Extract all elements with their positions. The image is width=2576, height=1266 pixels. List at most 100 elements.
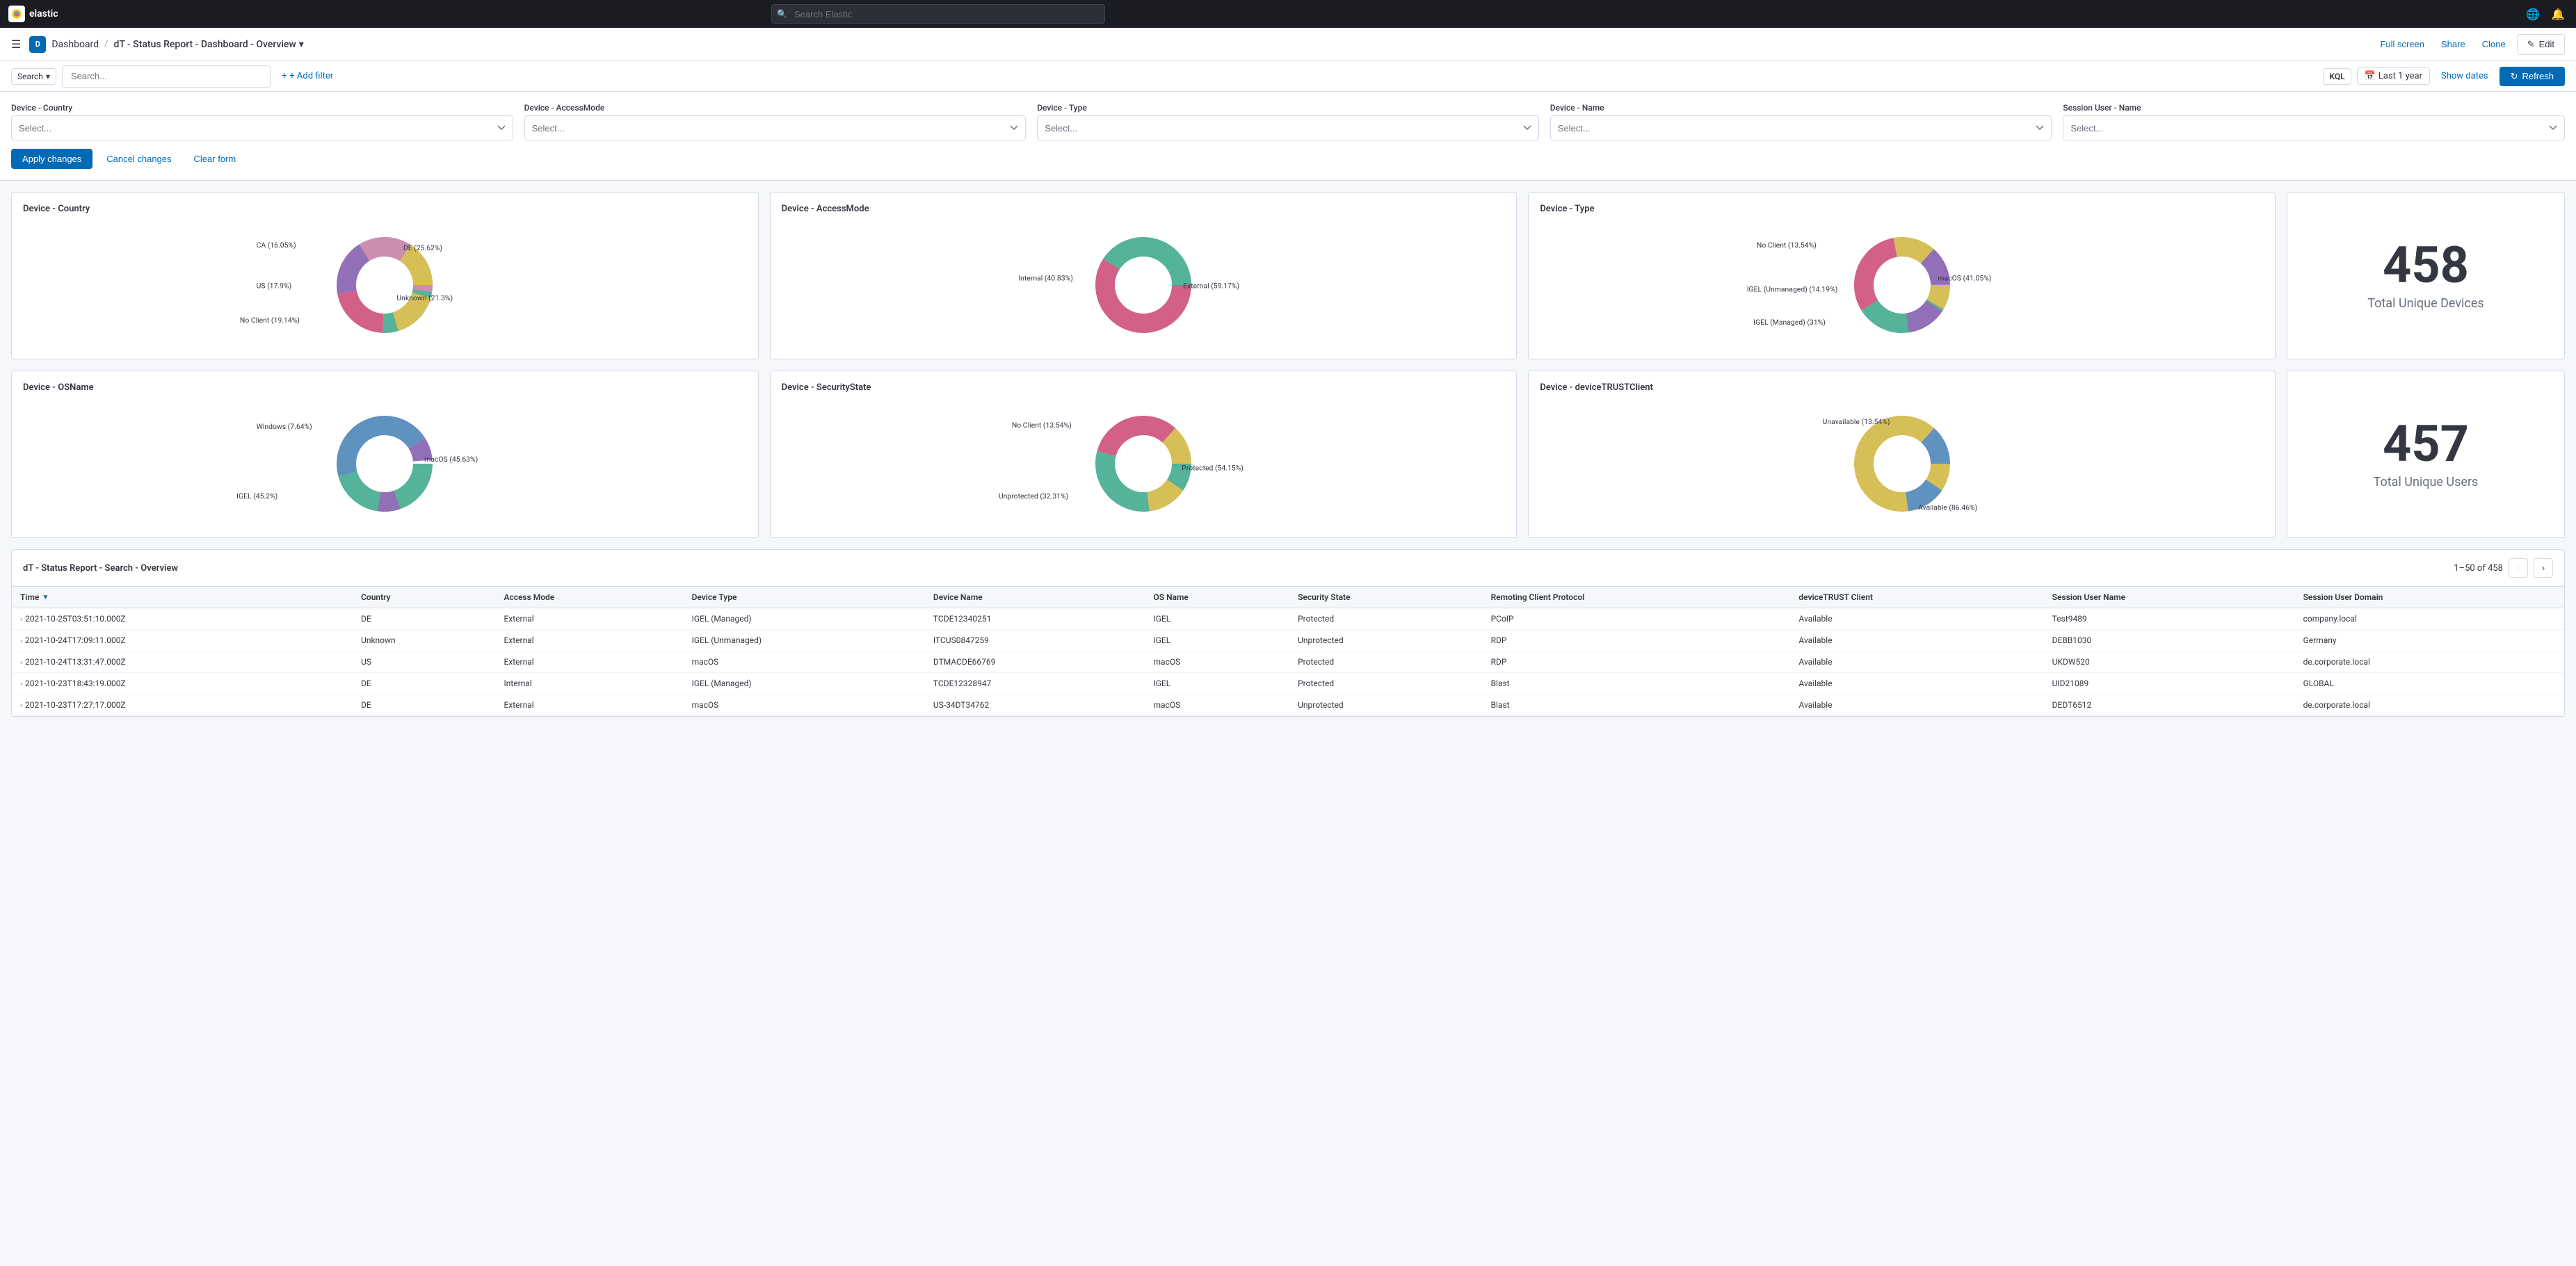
cell-os_name: IGEL	[1145, 630, 1289, 651]
expand-icon[interactable]: ›	[20, 616, 22, 624]
show-dates-button[interactable]: Show dates	[2436, 68, 2494, 84]
date-picker[interactable]: 📅 Last 1 year	[2357, 67, 2430, 85]
search-icon: 🔍	[777, 9, 787, 19]
global-search-bar: 🔍	[771, 4, 1105, 24]
cell-device_name: ITCUS0847259	[925, 630, 1145, 651]
chevron-down-icon: ▾	[46, 72, 50, 81]
cell-os_name: macOS	[1145, 695, 1289, 716]
filter-search-input[interactable]	[62, 65, 271, 88]
cell-session_domain: Germany	[2295, 630, 2564, 651]
add-filter-button[interactable]: + + Add filter	[276, 68, 339, 84]
controls-actions: Apply changes Cancel changes Clear form	[11, 149, 2565, 169]
svg-text:Internal (40.83%): Internal (40.83%)	[1018, 273, 1073, 282]
col-access-mode: Access Mode	[495, 587, 683, 608]
fullscreen-button[interactable]: Full screen	[2374, 36, 2430, 52]
search-elastic-input[interactable]	[771, 4, 1105, 24]
refresh-button[interactable]: ↻ Refresh	[2499, 67, 2565, 86]
accessmode-donut-svg	[1088, 229, 1199, 341]
bell-icon[interactable]: 🔔	[2548, 4, 2568, 24]
cell-os_name: IGEL	[1145, 608, 1289, 630]
svg-text:Windows (7.64%): Windows (7.64%)	[257, 422, 312, 431]
cell-devicetrust_client: Available	[1790, 695, 2043, 716]
cancel-changes-button[interactable]: Cancel changes	[98, 149, 179, 169]
devicetype-select[interactable]: Select...	[1037, 115, 1539, 140]
total-devices-number: 458	[2383, 241, 2469, 291]
app-icon: D	[29, 36, 46, 53]
cell-access_mode: External	[495, 695, 683, 716]
expand-icon[interactable]: ›	[20, 659, 22, 667]
controls-panel: Device - Country Select... Device - Acce…	[0, 92, 2576, 181]
col-remoting-protocol: Remoting Client Protocol	[1483, 587, 1791, 608]
elastic-logo[interactable]: elastic	[8, 6, 58, 22]
sessionuser-filter: Session User - Name Select...	[2063, 103, 2565, 140]
cell-access_mode: Internal	[495, 673, 683, 695]
expand-icon[interactable]: ›	[20, 681, 22, 688]
cell-device_name: US-34DT34762	[925, 695, 1145, 716]
device-trust-panel: Device - deviceTRUSTClient Unavailable (…	[1528, 371, 2276, 538]
osname-donut-svg	[329, 408, 440, 519]
devicetrust-donut-svg	[1846, 408, 1958, 519]
cell-device_type: IGEL (Managed)	[684, 673, 925, 695]
country-donut-svg	[329, 229, 440, 341]
device-osname-panel: Device - OSName Windows (7.64%) IGEL (45…	[11, 371, 759, 538]
cell-security_state: Protected	[1289, 608, 1482, 630]
expand-icon[interactable]: ›	[20, 702, 22, 710]
filter-type-selector[interactable]: Search ▾	[11, 68, 56, 85]
calendar-icon: 📅	[2365, 71, 2376, 81]
cell-access_mode: External	[495, 608, 683, 630]
clone-button[interactable]: Clone	[2477, 36, 2511, 52]
share-button[interactable]: Share	[2436, 36, 2471, 52]
devicename-select[interactable]: Select...	[1550, 115, 2052, 140]
cell-access_mode: External	[495, 630, 683, 651]
cell-device_type: macOS	[684, 651, 925, 673]
cell-time: ›2021-10-23T18:43:19.000Z	[12, 673, 353, 695]
country-select[interactable]: Select...	[11, 115, 513, 140]
breadcrumb-home[interactable]: Dashboard	[51, 39, 99, 50]
cell-session_domain: de.corporate.local	[2295, 695, 2564, 716]
device-securitystate-panel: Device - SecurityState No Client (13.54%…	[770, 371, 1518, 538]
apply-changes-button[interactable]: Apply changes	[11, 149, 92, 169]
col-devicetrust-client: deviceTRUST Client	[1790, 587, 2043, 608]
col-security-state: Security State	[1289, 587, 1482, 608]
cell-device_name: TCDE12328947	[925, 673, 1145, 695]
globe-icon[interactable]: 🌐	[2523, 4, 2543, 24]
devicetype-label: Device - Type	[1037, 103, 1539, 113]
cell-remoting_protocol: Blast	[1483, 695, 1791, 716]
total-devices-label: Total Unique Devices	[2367, 296, 2484, 311]
svg-text:CA (16.05%): CA (16.05%)	[257, 241, 296, 250]
sessionuser-select[interactable]: Select...	[2063, 115, 2565, 140]
refresh-icon: ↻	[2511, 71, 2518, 82]
sessionuser-label: Session User - Name	[2063, 103, 2565, 113]
table-header-row: Time ▼ Country Access Mode Device Type D…	[12, 587, 2564, 608]
breadcrumb-current[interactable]: dT - Status Report - Dashboard - Overvie…	[113, 39, 303, 50]
cell-session_user: UID21089	[2044, 673, 2295, 695]
total-users-number: 457	[2383, 419, 2469, 469]
mid-panel-row: Device - OSName Windows (7.64%) IGEL (45…	[11, 371, 2565, 538]
expand-icon[interactable]: ›	[20, 638, 22, 645]
cell-device_name: TCDE12340251	[925, 608, 1145, 630]
kql-badge[interactable]: KQL	[2323, 68, 2351, 85]
cell-devicetrust_client: Available	[1790, 673, 2043, 695]
country-filter: Device - Country Select...	[11, 103, 513, 140]
edit-button[interactable]: ✎ Edit	[2517, 34, 2565, 55]
device-accessmode-panel: Device - AccessMode Internal (40.83%) Ex…	[770, 192, 1518, 359]
accessmode-select[interactable]: Select...	[524, 115, 1027, 140]
cell-device_type: IGEL (Managed)	[684, 608, 925, 630]
device-type-chart: No Client (13.54%) IGEL (Unmanaged) (14.…	[1540, 222, 2264, 348]
cell-device_name: DTMACDE66769	[925, 651, 1145, 673]
svg-text:US (17.9%): US (17.9%)	[257, 282, 292, 291]
device-accessmode-chart: Internal (40.83%) External (59.17%)	[782, 222, 1506, 348]
cell-country: DE	[353, 673, 495, 695]
chevron-down-icon: ▾	[299, 39, 304, 50]
breadcrumb-separator: /	[104, 39, 108, 49]
cell-country: Unknown	[353, 630, 495, 651]
svg-text:No Client (13.54%): No Client (13.54%)	[1012, 421, 1072, 430]
cell-remoting_protocol: RDP	[1483, 630, 1791, 651]
prev-page-button[interactable]: ‹	[2509, 558, 2528, 578]
col-country: Country	[353, 587, 495, 608]
nav-icons: 🌐 🔔	[2523, 4, 2568, 24]
hamburger-icon[interactable]: ☰	[11, 38, 21, 51]
plus-icon: +	[282, 71, 287, 81]
next-page-button[interactable]: ›	[2534, 558, 2553, 578]
clear-form-button[interactable]: Clear form	[186, 149, 245, 169]
